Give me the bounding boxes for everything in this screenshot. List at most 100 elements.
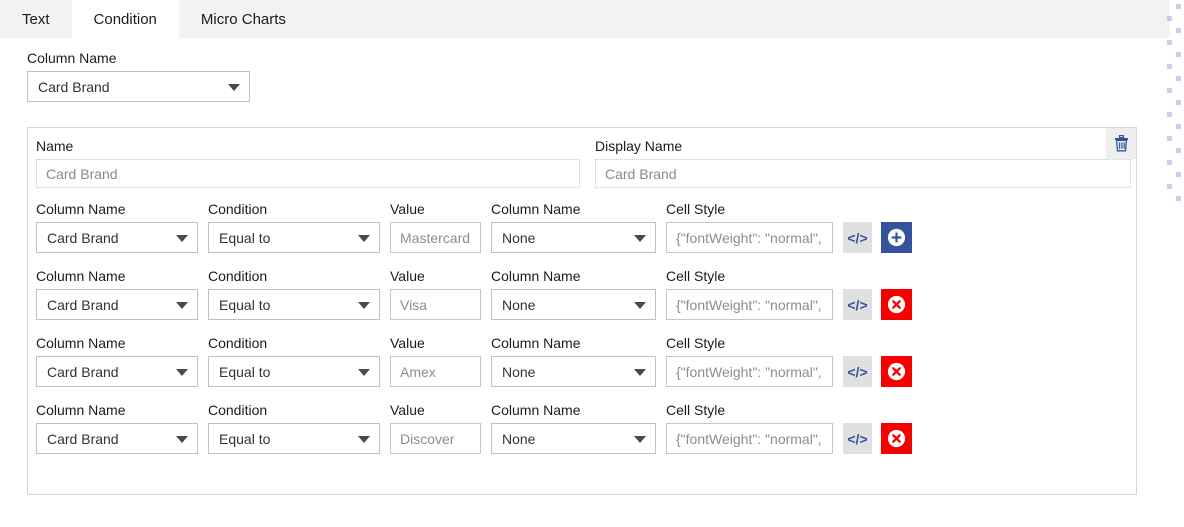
name-input[interactable]: Card Brand: [36, 159, 580, 188]
row-value-input[interactable]: Discover: [390, 423, 481, 454]
row-condition-value: Equal to: [219, 430, 271, 447]
plus-circle-icon: [887, 228, 906, 247]
condition-row: Column Name Card Brand Condition Equal t…: [36, 266, 1136, 320]
row-value-label: Value: [390, 268, 425, 284]
row-cell-style-field: Cell Style {"fontWeight": "normal",: [666, 333, 833, 387]
row-value-input[interactable]: Visa: [390, 289, 481, 320]
row-column-name-2-select[interactable]: None: [491, 289, 656, 320]
remove-condition-button[interactable]: [881, 356, 912, 387]
row-column-name-2-select[interactable]: None: [491, 222, 656, 253]
row-condition-select[interactable]: Equal to: [208, 289, 380, 320]
row-column-name-select[interactable]: Card Brand: [36, 423, 198, 454]
row-column-name-2-field: Column Name None: [491, 199, 656, 253]
tab-condition-label: Condition: [93, 10, 157, 28]
row-column-name-label: Column Name: [36, 402, 126, 418]
row-value-input[interactable]: Amex: [390, 356, 481, 387]
row-column-name-label: Column Name: [36, 201, 126, 217]
row-column-name-2-field: Column Name None: [491, 400, 656, 454]
top-column-name-select[interactable]: Card Brand: [27, 71, 250, 102]
row-value-field: Value Discover: [390, 400, 481, 454]
tab-text[interactable]: Text: [0, 0, 72, 38]
row-column-name-label: Column Name: [36, 335, 126, 351]
row-column-name-select[interactable]: Card Brand: [36, 289, 198, 320]
chevron-down-icon: [358, 368, 370, 376]
row-column-name-2-label: Column Name: [491, 201, 581, 217]
code-editor-button[interactable]: </>: [843, 289, 872, 320]
row-cell-style-input[interactable]: {"fontWeight": "normal",: [666, 356, 833, 387]
row-condition-select[interactable]: Equal to: [208, 222, 380, 253]
row-cell-style-input[interactable]: {"fontWeight": "normal",: [666, 222, 833, 253]
row-column-name-value: Card Brand: [47, 296, 119, 313]
code-icon: </>: [847, 296, 868, 313]
remove-condition-button[interactable]: [881, 289, 912, 320]
row-value-text: Discover: [400, 430, 455, 447]
row-condition-label: Condition: [208, 402, 268, 418]
row-column-name-2-select[interactable]: None: [491, 356, 656, 387]
row-value-field: Value Mastercard: [390, 199, 481, 253]
row-column-name-value: Card Brand: [47, 430, 119, 447]
top-column-name-label: Column Name: [27, 50, 117, 66]
row-column-name-2-select[interactable]: None: [491, 423, 656, 454]
chevron-down-icon: [634, 435, 646, 443]
row-cell-style-input[interactable]: {"fontWeight": "normal",: [666, 289, 833, 320]
row-condition-value: Equal to: [219, 229, 271, 246]
row-condition-select[interactable]: Equal to: [208, 423, 380, 454]
trash-icon: [1114, 135, 1128, 152]
display-name-input[interactable]: Card Brand: [595, 159, 1131, 188]
code-editor-button[interactable]: </>: [843, 356, 872, 387]
add-condition-button[interactable]: [881, 222, 912, 253]
row-condition-label: Condition: [208, 268, 268, 284]
name-input-value: Card Brand: [46, 165, 118, 182]
row-cell-style-input[interactable]: {"fontWeight": "normal",: [666, 423, 833, 454]
row-condition-field: Condition Equal to: [208, 333, 380, 387]
row-cell-style-label: Cell Style: [666, 201, 726, 217]
remove-condition-button[interactable]: [881, 423, 912, 454]
row-cell-style-text: {"fontWeight": "normal",: [676, 229, 822, 246]
chevron-down-icon: [634, 301, 646, 309]
row-column-name-select[interactable]: Card Brand: [36, 356, 198, 387]
code-editor-button[interactable]: </>: [843, 222, 872, 253]
panel-header: Name Card Brand Display Name Card Brand: [28, 128, 1136, 188]
close-circle-icon: [887, 295, 906, 314]
row-condition-field: Condition Equal to: [208, 266, 380, 320]
row-column-name-select[interactable]: Card Brand: [36, 222, 198, 253]
chevron-down-icon: [358, 301, 370, 309]
row-column-name-2-field: Column Name None: [491, 266, 656, 320]
tab-bar: Text Condition Micro Charts: [0, 0, 1170, 38]
chevron-down-icon: [358, 234, 370, 242]
chevron-down-icon: [176, 234, 188, 242]
row-value-field: Value Amex: [390, 333, 481, 387]
row-value-input[interactable]: Mastercard: [390, 222, 481, 253]
row-column-name-field: Column Name Card Brand: [36, 199, 198, 253]
row-cell-style-label: Cell Style: [666, 268, 726, 284]
chevron-down-icon: [634, 368, 646, 376]
row-value-label: Value: [390, 402, 425, 418]
chevron-down-icon: [634, 234, 646, 242]
row-cell-style-field: Cell Style {"fontWeight": "normal",: [666, 400, 833, 454]
row-value-label: Value: [390, 201, 425, 217]
row-cell-style-text: {"fontWeight": "normal",: [676, 430, 822, 447]
tab-micro-charts[interactable]: Micro Charts: [179, 0, 308, 38]
tab-micro-charts-label: Micro Charts: [200, 10, 286, 28]
row-cell-style-label: Cell Style: [666, 402, 726, 418]
row-column-name-field: Column Name Card Brand: [36, 333, 198, 387]
row-column-name-2-field: Column Name None: [491, 333, 656, 387]
row-condition-value: Equal to: [219, 363, 271, 380]
condition-row: Column Name Card Brand Condition Equal t…: [36, 400, 1136, 454]
row-cell-style-text: {"fontWeight": "normal",: [676, 363, 822, 380]
display-name-field: Display Name Card Brand: [585, 136, 1136, 188]
row-condition-select[interactable]: Equal to: [208, 356, 380, 387]
tab-condition[interactable]: Condition: [71, 0, 179, 38]
chevron-down-icon: [176, 435, 188, 443]
condition-row: Column Name Card Brand Condition Equal t…: [36, 199, 1136, 253]
code-editor-button[interactable]: </>: [843, 423, 872, 454]
chevron-down-icon: [358, 435, 370, 443]
row-column-name-2-label: Column Name: [491, 268, 581, 284]
row-cell-style-label: Cell Style: [666, 335, 726, 351]
display-name-input-value: Card Brand: [605, 165, 677, 182]
row-cell-style-text: {"fontWeight": "normal",: [676, 296, 822, 313]
delete-group-button[interactable]: [1106, 128, 1136, 159]
row-column-name-2-value: None: [502, 430, 536, 447]
row-condition-value: Equal to: [219, 296, 271, 313]
name-field: Name Card Brand: [28, 136, 585, 188]
